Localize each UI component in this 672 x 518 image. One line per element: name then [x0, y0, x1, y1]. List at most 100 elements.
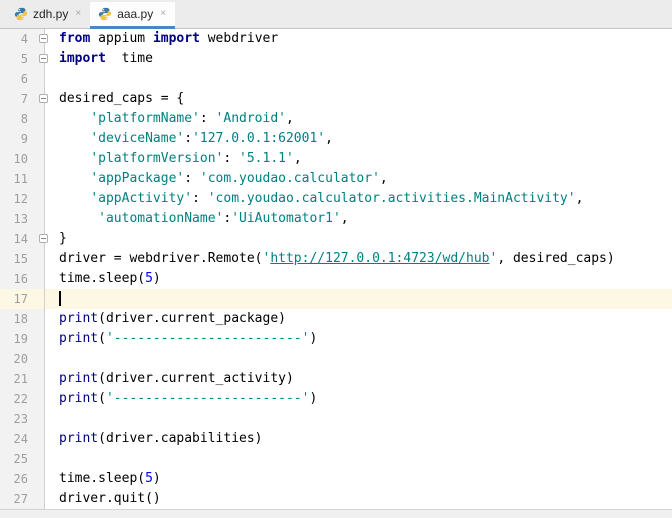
code-line[interactable]: 17 [0, 289, 672, 309]
code-line[interactable]: 26 time.sleep(5) [0, 469, 672, 489]
line-number[interactable]: 20 [0, 349, 45, 369]
code-line[interactable]: 11 'appPackage': 'com.youdao.calculator'… [0, 169, 672, 189]
line-number[interactable]: 9 [0, 129, 45, 149]
code-segment: (driver.capabilities) [98, 431, 263, 446]
code-text: time.sleep(5) [59, 469, 161, 489]
code-segment: ) [152, 471, 161, 486]
code-editor[interactable]: 4 from appium import webdriver 5 import tim… [0, 29, 672, 509]
line-number[interactable]: 11 [0, 169, 45, 189]
fold-column [45, 329, 59, 349]
line-number[interactable]: 23 [0, 409, 45, 429]
code-line[interactable]: 25 [0, 449, 672, 469]
line-number[interactable]: 13 [0, 209, 45, 229]
tab-aaa-py[interactable]: aaa.py × [90, 2, 176, 29]
code-line[interactable]: 12 'appActivity': 'com.youdao.calculator… [0, 189, 672, 209]
line-number[interactable]: 15 [0, 249, 45, 269]
line-number[interactable]: 19 [0, 329, 45, 349]
code-segment: ' [262, 251, 271, 266]
line-number[interactable]: 22 [0, 389, 45, 409]
fold-marker-icon[interactable] [39, 34, 48, 43]
code-line[interactable]: 19 print('------------------------') [0, 329, 672, 349]
fold-marker-icon[interactable] [39, 234, 48, 243]
code-line[interactable]: 16 time.sleep(5) [0, 269, 672, 289]
code-line[interactable]: 15 driver = webdriver.Remote(' http://127.… [0, 249, 672, 269]
line-number[interactable]: 10 [0, 149, 45, 169]
code-segment: time [105, 51, 153, 66]
line-number[interactable]: 12 [0, 189, 45, 209]
code-line[interactable]: 20 [0, 349, 672, 369]
code-text: } [59, 229, 67, 249]
code-text: 'automationName': 'UiAutomator1', [59, 209, 349, 229]
code-segment: '5.1.1' [239, 151, 294, 166]
fold-column [45, 289, 59, 309]
code-line[interactable]: 23 [0, 409, 672, 429]
tab-zdh-py[interactable]: zdh.py × [6, 2, 90, 29]
code-line[interactable]: 13 'automationName': 'UiAutomator1', [0, 209, 672, 229]
python-file-icon [98, 7, 112, 21]
fold-column [45, 449, 59, 469]
code-segment: 'platformName' [90, 111, 200, 126]
fold-column [45, 369, 59, 389]
code-line[interactable]: 22 print('------------------------') [0, 389, 672, 409]
code-text: print('------------------------') [59, 329, 317, 349]
code-segment: 'automationName' [98, 211, 224, 226]
code-segment: , [379, 171, 388, 186]
code-line[interactable]: 6 [0, 69, 672, 89]
code-line[interactable]: 21 print (driver.current_activity) [0, 369, 672, 389]
code-line[interactable]: 10 'platformVersion': '5.1.1', [0, 149, 672, 169]
code-segment: 'Android' [215, 111, 286, 126]
code-segment: : [223, 151, 240, 166]
fold-column [45, 69, 59, 89]
fold-column [45, 109, 59, 129]
code-line[interactable]: 14} [0, 229, 672, 249]
code-segment: ) [309, 331, 318, 346]
code-segment: : [223, 211, 232, 226]
line-number[interactable]: 21 [0, 369, 45, 389]
code-line[interactable]: 18 print (driver.current_package) [0, 309, 672, 329]
fold-marker-icon[interactable] [39, 94, 48, 103]
line-number[interactable]: 25 [0, 449, 45, 469]
code-segment: , [340, 211, 349, 226]
code-segment: , desired_caps) [497, 251, 615, 266]
code-segment: 'UiAutomator1' [231, 211, 341, 226]
fold-column [45, 309, 59, 329]
code-text: print('------------------------') [59, 389, 317, 409]
code-segment: : [184, 131, 193, 146]
line-number[interactable]: 6 [0, 69, 45, 89]
code-segment: driver.quit() [59, 491, 161, 506]
code-line[interactable]: 5 import time [0, 49, 672, 69]
code-segment: 5 [145, 471, 153, 486]
code-segment: from [59, 31, 91, 46]
fold-marker-icon[interactable] [39, 54, 48, 63]
code-segment: 'com.youdao.calculator' [199, 171, 380, 186]
line-number[interactable]: 16 [0, 269, 45, 289]
code-line[interactable]: 4 from appium import webdriver [0, 29, 672, 49]
fold-column [39, 29, 59, 49]
code-text: 'appActivity': 'com.youdao.calculator.ac… [59, 189, 583, 209]
code-segment: ' [489, 251, 498, 266]
code-line[interactable]: 9 'deviceName': '127.0.0.1:62001', [0, 129, 672, 149]
code-line[interactable]: 7 desired_caps = { [0, 89, 672, 109]
close-icon[interactable]: × [75, 9, 81, 19]
code-segment: : [199, 111, 216, 126]
code-line[interactable]: 27 driver.quit() [0, 489, 672, 509]
line-number[interactable]: 27 [0, 489, 45, 509]
code-text: print (driver.current_package) [59, 309, 286, 329]
close-icon[interactable]: × [160, 9, 166, 19]
line-number[interactable]: 24 [0, 429, 45, 449]
line-number[interactable]: 26 [0, 469, 45, 489]
line-number[interactable]: 18 [0, 309, 45, 329]
line-number[interactable]: 8 [0, 109, 45, 129]
line-number[interactable]: 17 [0, 289, 45, 309]
code-line[interactable]: 8 'platformName': 'Android', [0, 109, 672, 129]
code-text: 'deviceName': '127.0.0.1:62001', [59, 129, 333, 149]
code-segment: print [59, 311, 99, 326]
code-segment: ) [309, 391, 318, 406]
fold-column [45, 129, 59, 149]
code-line[interactable]: 24 print (driver.capabilities) [0, 429, 672, 449]
fold-column [45, 209, 59, 229]
code-text: 'platformName': 'Android', [59, 109, 294, 129]
